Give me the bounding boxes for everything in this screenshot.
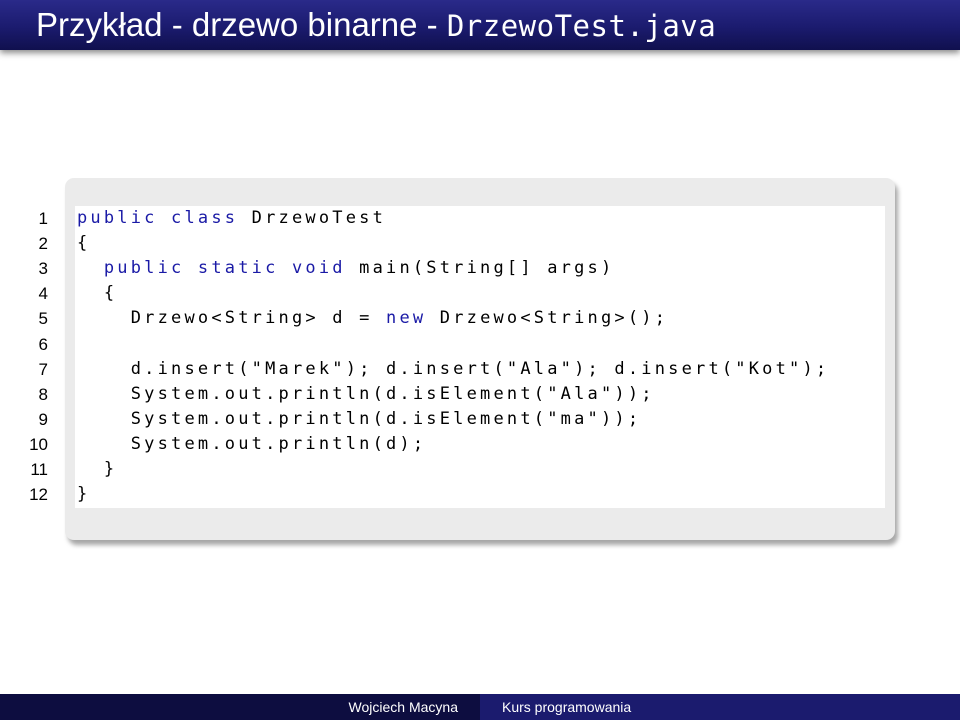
code-token: System.out.println(d); — [77, 433, 427, 454]
line-number: 2 — [38, 234, 48, 254]
code-line: 5 Drzewo<String> d = new Drzewo<String>(… — [0, 306, 900, 331]
code-line: 2{ — [0, 231, 900, 256]
slide-footer: Wojciech Macyna Kurs programowania — [0, 694, 960, 720]
line-number: 9 — [38, 409, 48, 429]
slide-title-code: DrzewoTest.java — [446, 9, 717, 43]
line-number: 8 — [38, 384, 48, 404]
code-token: } — [77, 484, 91, 505]
slide-title-text: Przykład - drzewo binarne - — [36, 6, 447, 43]
code-token: DrzewoTest — [238, 208, 387, 228]
line-number: 11 — [30, 460, 48, 479]
code-text: public static void main(String[] args) — [77, 256, 614, 281]
code-text: { — [77, 231, 90, 256]
code-line: 1 public class DrzewoTest — [0, 206, 900, 231]
code-token: { — [77, 233, 91, 254]
code-line: 6 — [0, 332, 900, 357]
code-text: d.insert("Marek"); d.insert("Ala"); d.in… — [77, 357, 829, 382]
code-line: 4 { — [0, 281, 900, 306]
code-text: } — [77, 457, 117, 482]
code-token: System.out.println(d.isElement("Ala")); — [77, 383, 655, 404]
code-keyword: new — [386, 308, 427, 329]
code-token: Drzewo<String> d = — [77, 308, 387, 329]
code-text: { — [77, 281, 117, 306]
code-token: d.insert("Marek"); d.insert("Ala"); d.in… — [77, 358, 830, 379]
line-number: 4 — [38, 284, 48, 304]
code-token: } — [77, 459, 118, 479]
code-line: 8 System.out.println(d.isElement("Ala"))… — [0, 382, 900, 407]
footer-course-panel: Kurs programowania — [480, 694, 960, 720]
code-line: 11 } — [0, 457, 900, 482]
code-text: } — [77, 482, 90, 507]
line-number: 3 — [38, 259, 48, 279]
code-line: 12} — [0, 482, 900, 507]
code-keyword: public class — [77, 208, 239, 228]
slide-title-bar: Przykład - drzewo binarne - DrzewoTest.j… — [0, 0, 960, 50]
line-number: 5 — [38, 309, 48, 329]
footer-author-panel: Wojciech Macyna — [0, 694, 480, 720]
code-text: System.out.println(d.isElement("Ala")); — [77, 382, 655, 407]
line-number: 12 — [29, 485, 48, 505]
footer-course: Kurs programowania — [502, 699, 632, 715]
code-keyword: public static void — [103, 258, 346, 279]
code-text: public class DrzewoTest — [77, 206, 386, 231]
code-line: 9 System.out.println(d.isElement("ma")); — [0, 407, 900, 432]
code-text: System.out.println(d); — [77, 432, 426, 457]
code-text: System.out.println(d.isElement("ma")); — [77, 407, 641, 432]
code-token: { — [77, 283, 118, 304]
line-number: 1 — [38, 209, 48, 228]
code-line: 7 d.insert("Marek"); d.insert("Ala"); d.… — [0, 357, 900, 382]
footer-author: Wojciech Macyna — [348, 699, 458, 715]
code-token: Drzewo<String>(); — [426, 308, 669, 329]
line-number: 6 — [38, 334, 48, 354]
line-number: 10 — [29, 434, 48, 454]
code-line: 3 public static void main(String[] args) — [0, 256, 900, 281]
code-text: Drzewo<String> d = new Drzewo<String>(); — [77, 306, 668, 331]
line-number: 7 — [38, 359, 48, 379]
slide-title: Przykład - drzewo binarne - DrzewoTest.j… — [36, 3, 716, 48]
code-token: main(String[] args) — [345, 258, 615, 279]
code-token: System.out.println(d.isElement("ma")); — [77, 408, 642, 429]
code-line: 10 System.out.println(d); — [0, 432, 900, 457]
